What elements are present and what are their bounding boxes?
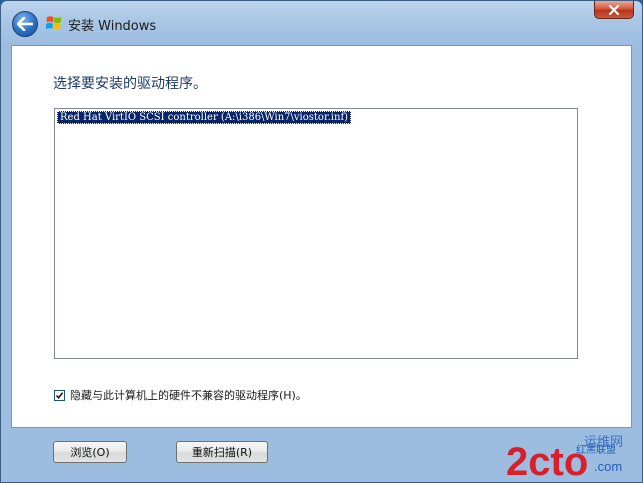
driver-listbox[interactable]: Red Hat VirtIO SCSI controller (A:\i386\… — [54, 108, 578, 359]
back-arrow-icon — [17, 17, 33, 31]
driver-list-item[interactable]: Red Hat VirtIO SCSI controller (A:\i386\… — [57, 111, 352, 124]
page-title: 选择要安装的驱动程序。 — [53, 76, 207, 92]
hide-incompatible-label: 隐藏与此计算机上的硬件不兼容的驱动程序(H)。 — [70, 389, 307, 402]
browse-button[interactable]: 浏览(O) — [53, 441, 127, 463]
watermark-small-text: 运维网 — [584, 435, 623, 450]
close-button[interactable] — [594, 1, 634, 19]
watermark-logo: 2cto 红黑联盟 运维网 .com — [506, 435, 623, 482]
hide-incompatible-checkbox[interactable] — [54, 389, 65, 401]
hide-incompatible-option[interactable]: 隐藏与此计算机上的硬件不兼容的驱动程序(H)。 — [54, 387, 307, 403]
watermark-domain-text: .com — [594, 459, 622, 474]
rescan-button[interactable]: 重新扫描(R) — [176, 441, 268, 463]
setup-window: 安装 Windows 选择要安装的驱动程序。 Red Hat VirtIO SC… — [0, 0, 643, 483]
windows-logo-icon — [45, 16, 62, 30]
title-bar: 安装 Windows — [1, 1, 642, 45]
checkmark-icon — [55, 391, 64, 399]
back-button[interactable] — [12, 11, 38, 37]
content-panel: 选择要安装的驱动程序。 Red Hat VirtIO SCSI controll… — [11, 45, 632, 428]
close-icon — [608, 4, 620, 15]
window-title: 安装 Windows — [68, 19, 157, 34]
